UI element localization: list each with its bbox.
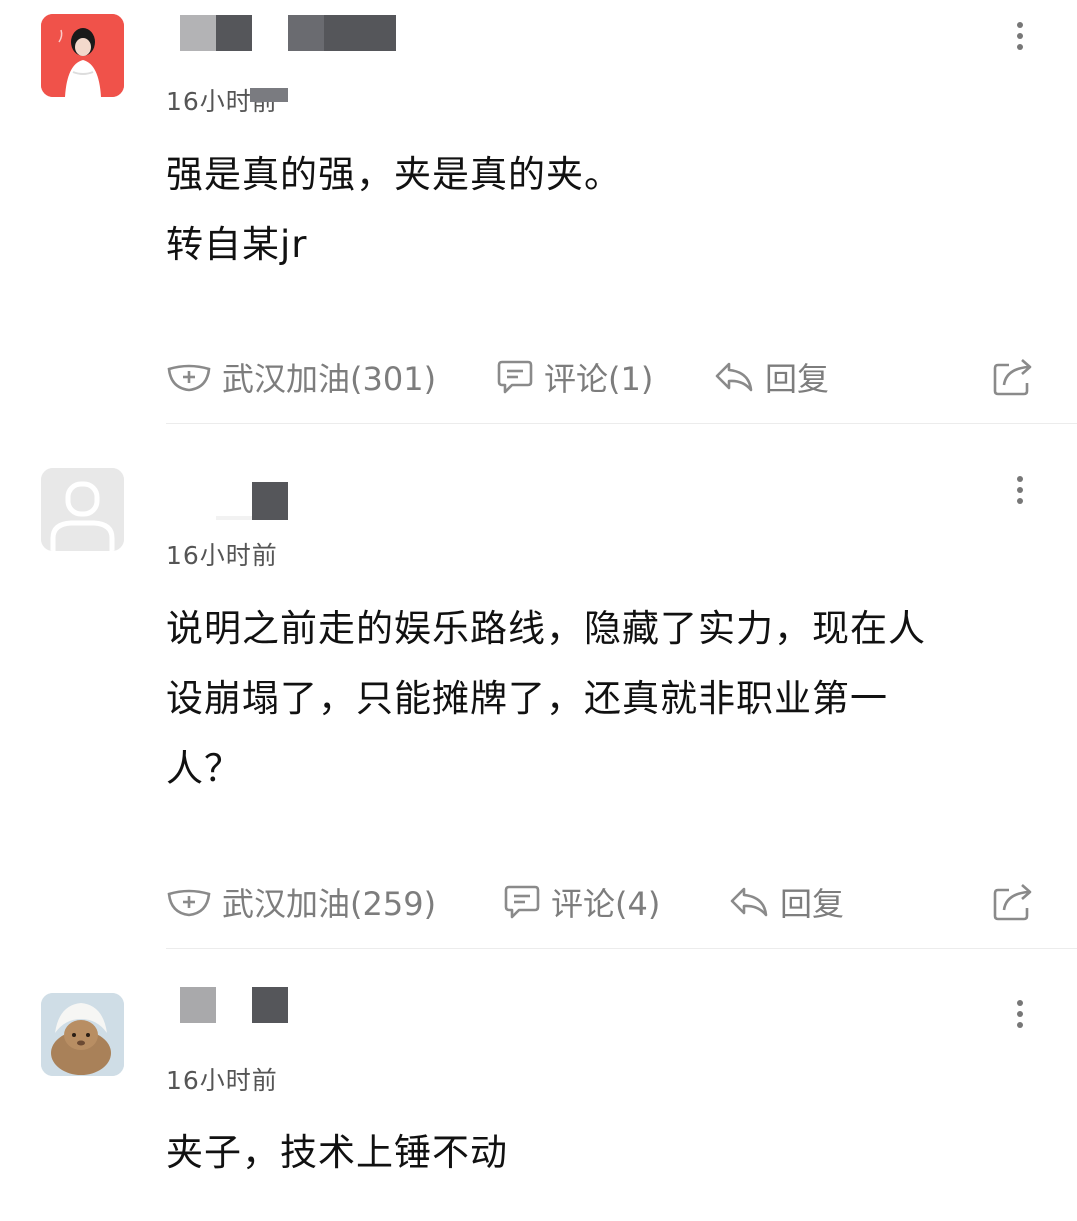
comment-3: 16小时前 夹子，技术上锤不动: [0, 0, 1077, 1221]
username-masked[interactable]: [166, 987, 296, 1027]
comment-time: 16小时前: [166, 1066, 278, 1095]
more-options-button[interactable]: [1008, 998, 1032, 1032]
more-vertical-icon: [1017, 1000, 1023, 1006]
user-avatar[interactable]: [41, 993, 124, 1076]
avatar-image: [41, 993, 124, 1076]
comment-text: 夹子，技术上锤不动: [166, 1131, 508, 1174]
